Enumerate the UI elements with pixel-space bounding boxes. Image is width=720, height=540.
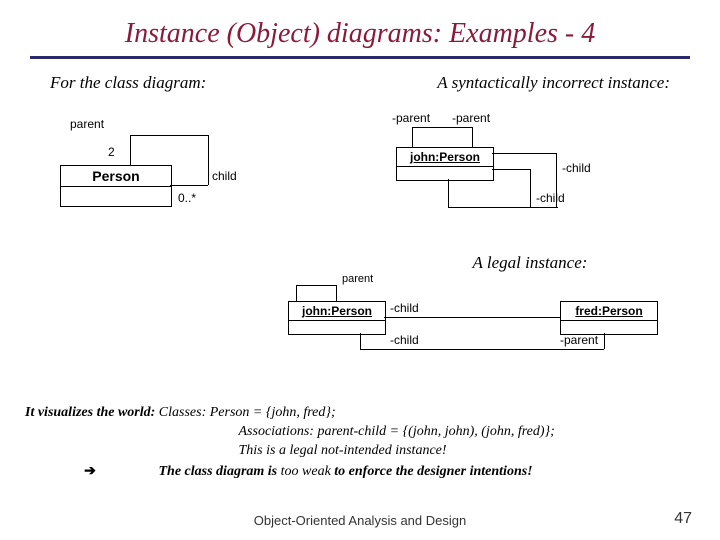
class-body: [61, 187, 171, 206]
final-a: The class diagram is: [159, 464, 281, 479]
role-label: parent: [342, 273, 373, 285]
link-line: [412, 127, 472, 128]
link-line: [360, 349, 604, 350]
role-child: child: [212, 169, 237, 183]
link-line: [336, 285, 337, 301]
class-name: Person: [61, 166, 171, 187]
link-line: [604, 333, 605, 349]
arrow-icon: ➔: [25, 461, 155, 480]
role-label: -child: [536, 191, 565, 205]
object-fred-legal-label: fred:Person: [561, 302, 657, 321]
link-line: [296, 285, 336, 286]
legal-diagram: john:Person fred:Person parent -child -c…: [0, 279, 720, 369]
role-label: -parent: [452, 111, 490, 125]
role-label: -child: [562, 161, 591, 175]
object-john-legal: john:Person: [288, 301, 386, 335]
slide-title: Instance (Object) diagrams: Examples - 4: [0, 0, 720, 56]
object-john-body: [397, 167, 493, 180]
final-b: too weak: [281, 464, 335, 479]
top-diagrams: Person parent 2 child 0..* john:Person -…: [0, 103, 720, 243]
subhead-right: A syntactically incorrect instance:: [437, 73, 670, 93]
link-line: [530, 169, 531, 207]
link-line: [492, 169, 530, 170]
link-line: [384, 317, 560, 318]
assoc-line: [130, 135, 208, 136]
link-line: [412, 127, 413, 147]
link-line: [296, 285, 297, 301]
link-line: [472, 127, 473, 147]
link-line: [448, 179, 449, 207]
title-underline: [30, 56, 690, 59]
object-john-label: john:Person: [397, 148, 493, 167]
legal-caption: A legal instance:: [340, 253, 720, 273]
vis-line2: Associations: parent-child = {(john, joh…: [239, 424, 555, 439]
subhead-left: For the class diagram:: [50, 73, 206, 93]
mult-parent: 2: [108, 145, 115, 159]
role-label: -parent: [392, 111, 430, 125]
assoc-line: [170, 185, 208, 186]
role-label: -parent: [560, 333, 598, 347]
object-john-legal-label: john:Person: [289, 302, 385, 321]
role-parent: parent: [70, 117, 104, 131]
subheads-row: For the class diagram: A syntactically i…: [0, 73, 720, 93]
object-fred-legal: fred:Person: [560, 301, 658, 335]
vis-line3: This is a legal not-intended instance!: [239, 443, 447, 458]
link-line: [448, 207, 558, 208]
assoc-line: [130, 135, 131, 165]
link-line: [492, 153, 556, 154]
role-label: -child: [390, 333, 419, 347]
footer-text: Object-Oriented Analysis and Design: [0, 513, 720, 528]
final-c: to enforce the designer intentions!: [334, 464, 532, 479]
bottom-text: It visualizes the world: Classes: Person…: [25, 404, 695, 482]
role-label: -child: [390, 301, 419, 315]
mult-child: 0..*: [178, 191, 196, 205]
link-line: [360, 333, 361, 349]
vis-line1: Classes: Person = {john, fred};: [159, 405, 336, 420]
page-number: 47: [674, 510, 692, 528]
class-person: Person: [60, 165, 172, 207]
assoc-line: [208, 135, 209, 185]
object-john: john:Person: [396, 147, 494, 181]
object-body: [289, 321, 385, 334]
vis-lead: It visualizes the world:: [25, 405, 155, 420]
